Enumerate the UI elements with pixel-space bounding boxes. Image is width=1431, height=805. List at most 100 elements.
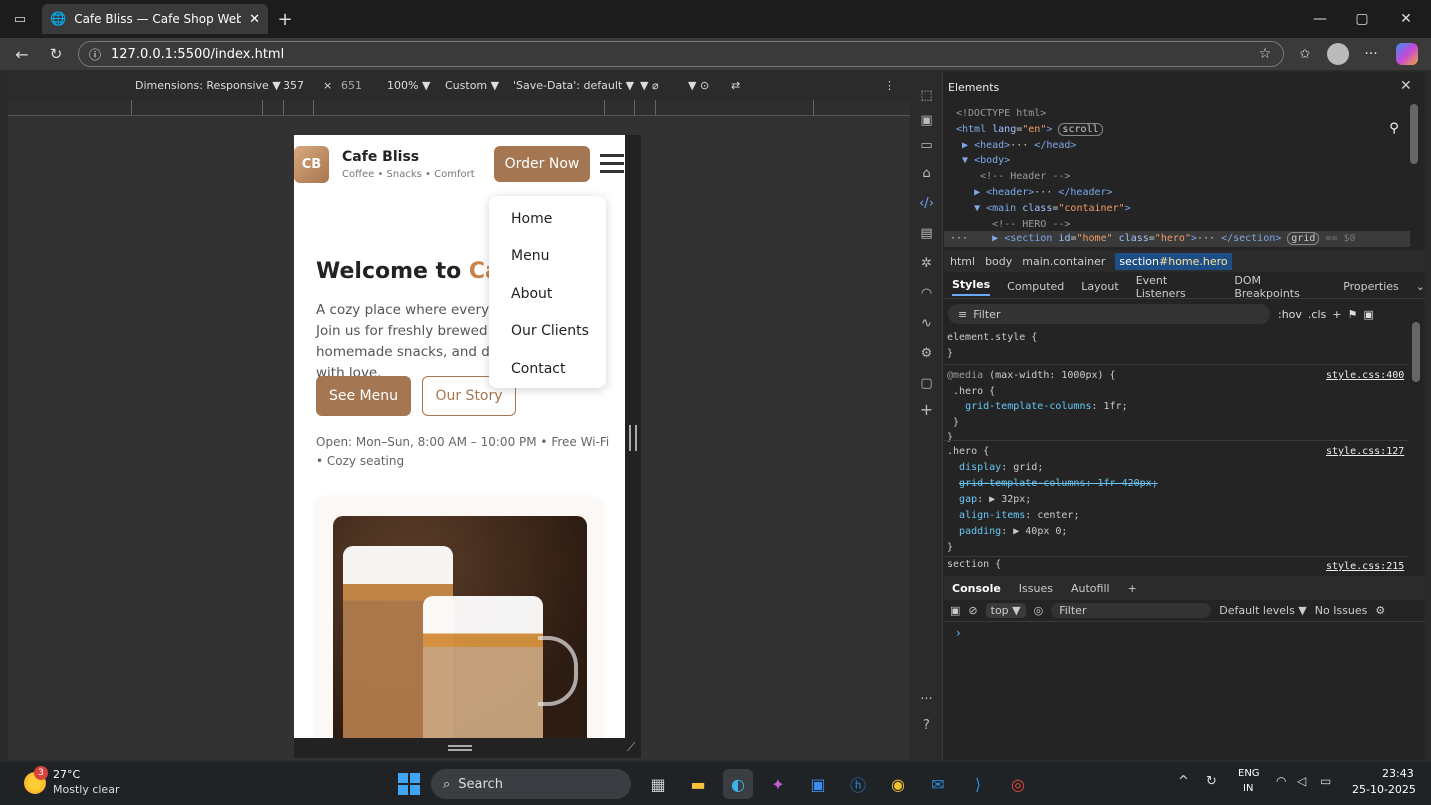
device-icon[interactable]: ▣ [910, 107, 943, 133]
wifi-icon[interactable]: ◠ [1276, 774, 1286, 788]
volume-icon[interactable]: ◁ [1297, 774, 1306, 788]
media-rule[interactable]: @media (max-width: 1000px) { .hero { gri… [947, 368, 1128, 446]
new-tab-button[interactable]: + [274, 8, 296, 30]
clear-console-icon[interactable]: ⊘ [968, 604, 977, 617]
width-input[interactable]: 357 [283, 79, 304, 92]
bug-icon[interactable]: ✲ [910, 250, 943, 276]
breadcrumb-section[interactable]: section#home.hero [1115, 252, 1232, 270]
throttle-dropdown[interactable]: Custom ▼ [445, 79, 499, 92]
performance-icon[interactable]: ∿ [910, 310, 943, 336]
color-scheme-icon[interactable]: ▼ ⌀ [640, 79, 659, 92]
clock-time[interactable]: 23:43 [1382, 767, 1414, 780]
cls-toggle[interactable]: .cls [1308, 308, 1326, 321]
help-icon[interactable]: ? [910, 712, 943, 738]
outlook-icon[interactable]: ✉ [923, 769, 953, 799]
url-field[interactable]: ⓘ 127.0.0.1:5500/index.html [78, 41, 1284, 67]
tabs-overflow-icon[interactable]: ⌄ [1416, 280, 1425, 293]
temperature[interactable]: 27°C [53, 768, 80, 781]
file-explorer-icon[interactable]: ▬ [683, 769, 713, 799]
menu-item-home[interactable]: Home [489, 200, 606, 238]
menu-item-about[interactable]: About [489, 275, 606, 313]
toolbar-more-icon[interactable]: ⋮ [884, 79, 895, 92]
memory-icon[interactable]: ⚙ [910, 340, 943, 366]
breadcrumb-main[interactable]: main.container [1022, 255, 1105, 268]
tips-icon[interactable]: ◉ [883, 769, 913, 799]
log-levels-dropdown[interactable]: Default levels ▼ [1219, 604, 1307, 617]
battery-icon[interactable]: ▭ [1320, 774, 1331, 788]
source-link-127[interactable]: style.css:127 [1326, 446, 1404, 457]
styles-filter-input[interactable]: ≡ Filter [948, 304, 1270, 324]
dimensions-dropdown[interactable]: Dimensions: Responsive ▼ [135, 79, 281, 92]
source-link-400[interactable]: style.css:400 [1326, 370, 1404, 381]
weather-condition[interactable]: Mostly clear [53, 783, 119, 796]
refresh-icon[interactable]: ↻ [44, 44, 68, 64]
menu-item-contact[interactable]: Contact [489, 350, 606, 388]
profile-avatar[interactable] [1327, 43, 1349, 65]
panel-icon[interactable]: ▭ [910, 132, 943, 158]
sidebar-toggle-icon[interactable]: ▣ [1363, 308, 1373, 321]
language-code[interactable]: ENG [1238, 768, 1260, 779]
see-menu-button[interactable]: See Menu [316, 376, 411, 416]
sync-icon[interactable]: ↻ [1206, 774, 1217, 789]
styles-scrollbar[interactable] [1412, 322, 1420, 382]
start-button[interactable] [398, 773, 420, 795]
media-query-ruler[interactable] [8, 100, 910, 116]
info-icon[interactable]: ⓘ [89, 46, 101, 63]
tab-dom-breakpoints[interactable]: DOM Breakpoints [1234, 274, 1326, 300]
height-input[interactable]: 651 [341, 79, 362, 92]
elements-icon[interactable]: ‹/› [910, 190, 943, 216]
hamburger-menu-icon[interactable] [600, 154, 624, 174]
console-sidebar-icon[interactable]: ▣ [950, 604, 960, 617]
menu-item-clients[interactable]: Our Clients [489, 313, 606, 351]
tab-styles[interactable]: Styles [952, 278, 991, 296]
styles-rules[interactable]: element.style { } [947, 330, 1037, 361]
section-rule[interactable]: section { [947, 559, 1001, 570]
task-view-icon[interactable]: ▦ [643, 769, 673, 799]
network-icon[interactable]: ◠ [910, 280, 943, 306]
selected-dom-node[interactable]: ··· ▶ <section id="home" class="hero">··… [944, 231, 1410, 247]
paint-icon[interactable]: ⚑ [1347, 308, 1357, 321]
resize-handle-bottom[interactable] [448, 745, 472, 751]
add-drawer-tab-icon[interactable]: + [1128, 582, 1137, 595]
minimize-button[interactable]: — [1306, 6, 1334, 32]
dom-scrollbar[interactable] [1410, 104, 1418, 164]
order-now-button[interactable]: Order Now [494, 146, 590, 182]
maximize-button[interactable]: ▢ [1348, 6, 1376, 32]
tray-overflow-icon[interactable]: ^ [1178, 774, 1189, 789]
add-tool-icon[interactable]: + [910, 396, 943, 422]
console-prompt-icon[interactable]: › [956, 626, 961, 640]
store-icon[interactable]: ▣ [803, 769, 833, 799]
breadcrumb-html[interactable]: html [950, 255, 975, 268]
close-devtools-icon[interactable]: ✕ [1400, 78, 1412, 94]
logo-badge[interactable]: CB [294, 146, 329, 183]
source-link-215[interactable]: style.css:215 [1326, 561, 1404, 572]
save-data-dropdown[interactable]: 'Save-Data': default ▼ [513, 79, 634, 92]
resize-handle-right[interactable] [629, 425, 637, 451]
close-window-button[interactable]: ✕ [1392, 6, 1420, 32]
edge-icon[interactable]: ◐ [723, 769, 753, 799]
console-icon[interactable]: ▤ [910, 220, 943, 246]
home-icon[interactable]: ⌂ [910, 160, 943, 186]
resize-corner-icon[interactable]: ⟋ [627, 740, 635, 755]
live-expression-icon[interactable]: ◎ [1034, 604, 1044, 617]
vision-icon[interactable]: ▼ ⊙ [688, 79, 709, 92]
issues-count[interactable]: No Issues [1315, 604, 1368, 617]
tab-computed[interactable]: Computed [1007, 280, 1064, 293]
back-arrow-icon[interactable]: ← [10, 44, 34, 64]
tab-properties[interactable]: Properties [1343, 280, 1399, 293]
new-rule-icon[interactable]: + [1332, 308, 1341, 321]
hero-rule[interactable]: .hero { display: grid; grid-template-col… [947, 444, 1158, 556]
tab-actions-icon[interactable]: ▭ [10, 10, 30, 28]
vscode-icon[interactable]: ⟩ [963, 769, 993, 799]
menu-item-menu[interactable]: Menu [489, 238, 606, 276]
browser-tab[interactable]: 🌐 Cafe Bliss — Cafe Shop Website ✕ [42, 4, 268, 34]
accessibility-icon[interactable]: ⚲ [1384, 118, 1404, 138]
chrome-icon[interactable]: ◎ [1003, 769, 1033, 799]
region-code[interactable]: IN [1243, 783, 1253, 794]
more-menu-icon[interactable]: ··· [1360, 44, 1382, 64]
clock-date[interactable]: 25-10-2025 [1352, 783, 1416, 796]
tab-issues[interactable]: Issues [1019, 582, 1053, 595]
tab-console[interactable]: Console [952, 582, 1001, 595]
tab-event-listeners[interactable]: Event Listeners [1136, 274, 1218, 300]
inspect-icon[interactable]: ⬚ [910, 82, 943, 108]
